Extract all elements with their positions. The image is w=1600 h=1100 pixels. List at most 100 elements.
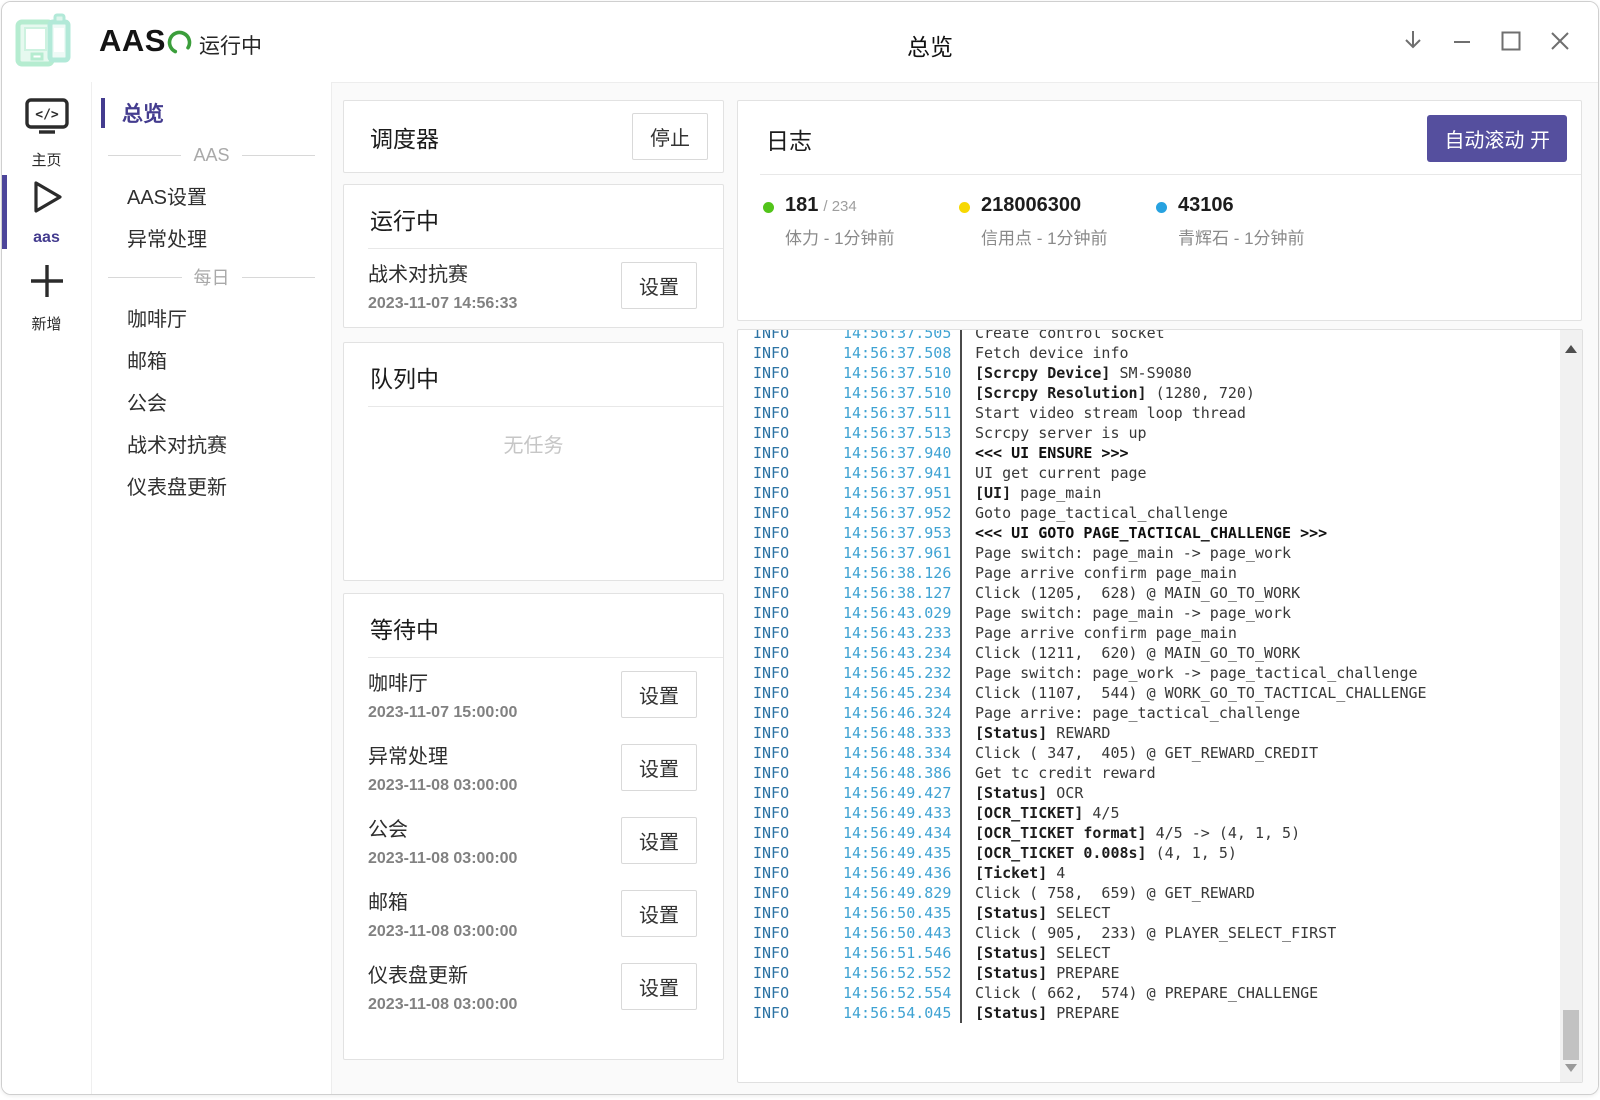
rail-item-new[interactable]: 新增 (2, 256, 91, 332)
log-line: INFO14:56:46.324Page arrive: page_tactic… (753, 703, 1560, 723)
log-level: INFO (753, 663, 843, 683)
log-message: Click ( 662, 574) @ PREPARE_CHALLENGE (960, 983, 1318, 1003)
settings-button[interactable]: 设置 (621, 963, 697, 1010)
log-level: INFO (753, 343, 843, 363)
play-icon (28, 177, 66, 222)
task-name: 战术对抗赛 (368, 258, 621, 287)
waiting-card: 等待中 咖啡厅2023-11-07 15:00:00设置异常处理2023-11-… (343, 593, 724, 1060)
task-time: 2023-11-08 03:00:00 (368, 777, 621, 795)
running-card-title: 运行中 (370, 202, 699, 236)
resource-stat: 181/ 234体力 - 1分钟前 (763, 194, 959, 249)
stop-button[interactable]: 停止 (632, 113, 708, 160)
log-message: Click ( 905, 233) @ PLAYER_SELECT_FIRST (960, 923, 1336, 943)
log-timestamp: 14:56:49.436 (843, 863, 960, 883)
log-message: Click ( 758, 659) @ GET_REWARD (960, 883, 1255, 903)
sidebar-item-战术对抗赛[interactable]: 战术对抗赛 (92, 422, 331, 464)
log-message: [OCR_TICKET format] 4/5 -> (4, 1, 5) (960, 823, 1300, 843)
app-logo-icon (12, 10, 76, 79)
log-timestamp: 14:56:49.427 (843, 783, 960, 803)
log-level: INFO (753, 763, 843, 783)
task-name: 公会 (368, 813, 621, 842)
settings-button[interactable]: 设置 (621, 262, 697, 309)
autoscroll-toggle-button[interactable]: 自动滚动 开 (1427, 115, 1567, 162)
sidebar-item-label: 邮箱 (127, 345, 167, 374)
sidebar-section-divider: 每日 (92, 258, 331, 296)
log-message: Page arrive confirm page_main (960, 623, 1237, 643)
scrollbar-thumb[interactable] (1563, 1010, 1579, 1060)
settings-button[interactable]: 设置 (621, 890, 697, 937)
log-line: INFO14:56:37.510[Scrcpy Resolution] (128… (753, 383, 1560, 403)
log-message: [Status] REWARD (960, 723, 1110, 743)
download-icon[interactable] (1388, 18, 1437, 64)
settings-button[interactable]: 设置 (621, 671, 697, 718)
log-timestamp: 14:56:49.435 (843, 843, 960, 863)
log-line: INFO14:56:48.334Click ( 347, 405) @ GET_… (753, 743, 1560, 763)
log-timestamp: 14:56:48.334 (843, 743, 960, 763)
stat-max-value: / 234 (823, 198, 856, 215)
log-line: INFO14:56:49.436[Ticket] 4 (753, 863, 1560, 883)
sidebar-item-公会[interactable]: 公会 (92, 380, 331, 422)
sidebar-item-异常处理[interactable]: 异常处理 (92, 216, 331, 258)
sidebar-item-label: 异常处理 (127, 223, 207, 252)
log-level: INFO (753, 363, 843, 383)
log-lines: INFO14:56:37.505Create control socketINF… (753, 330, 1560, 1023)
sidebar-item-label: 公会 (127, 387, 167, 416)
scroll-down-arrow-icon[interactable] (1565, 1064, 1577, 1072)
waiting-task-row: 咖啡厅2023-11-07 15:00:00设置 (344, 658, 723, 731)
log-level: INFO (753, 683, 843, 703)
log-scroll-area[interactable]: INFO14:56:37.505Create control socketINF… (738, 330, 1560, 1082)
app-window: AAS 运行中 总览 (1, 1, 1599, 1095)
close-icon[interactable] (1535, 18, 1584, 64)
log-message: [Status] SELECT (960, 943, 1110, 963)
settings-button[interactable]: 设置 (621, 817, 697, 864)
log-timestamp: 14:56:48.333 (843, 723, 960, 743)
log-timestamp: 14:56:45.232 (843, 663, 960, 683)
log-level: INFO (753, 483, 843, 503)
sidebar-item-邮箱[interactable]: 邮箱 (92, 338, 331, 380)
resource-stats: 181/ 234体力 - 1分钟前218006300信用点 - 1分钟前4310… (738, 175, 1581, 249)
log-level: INFO (753, 583, 843, 603)
log-line: INFO14:56:49.433[OCR_TICKET] 4/5 (753, 803, 1560, 823)
log-line: INFO14:56:43.234Click (1211, 620) @ MAIN… (753, 643, 1560, 663)
rail-item-label: 主页 (31, 149, 61, 170)
queued-card: 队列中 无任务 (343, 342, 724, 581)
scroll-up-arrow-icon[interactable] (1565, 345, 1577, 353)
divider-line (108, 155, 181, 156)
maximize-icon[interactable] (1486, 18, 1535, 64)
waiting-task-row: 异常处理2023-11-08 03:00:00设置 (344, 731, 723, 804)
log-timestamp: 14:56:37.508 (843, 343, 960, 363)
svg-text:</>: </> (35, 108, 59, 123)
resource-stat: 43106青辉石 - 1分钟前 (1156, 194, 1305, 249)
sidebar-item-AAS设置[interactable]: AAS设置 (92, 174, 331, 216)
log-message: Goto page_tactical_challenge (960, 503, 1228, 523)
log-message: Scrcpy server is up (960, 423, 1147, 443)
sidebar-item-咖啡厅[interactable]: 咖啡厅 (92, 296, 331, 338)
log-timestamp: 14:56:49.434 (843, 823, 960, 843)
log-scrollbar[interactable] (1560, 330, 1582, 1082)
log-line: INFO14:56:37.505Create control socket (753, 330, 1560, 343)
log-level: INFO (753, 863, 843, 883)
active-indicator (2, 175, 7, 249)
sidebar-item-总览[interactable]: 总览 (92, 90, 331, 136)
log-timestamp: 14:56:50.443 (843, 923, 960, 943)
minimize-icon[interactable] (1437, 18, 1486, 64)
log-level: INFO (753, 523, 843, 543)
log-line: INFO14:56:45.234Click (1107, 544) @ WORK… (753, 683, 1560, 703)
status-dot (1156, 202, 1167, 213)
log-level: INFO (753, 883, 843, 903)
log-timestamp: 14:56:37.511 (843, 403, 960, 423)
rail-item-home[interactable]: </> 主页 (2, 92, 91, 168)
task-name: 邮箱 (368, 886, 621, 915)
queued-empty-text: 无任务 (344, 407, 723, 458)
log-timestamp: 14:56:37.505 (843, 330, 960, 343)
sidebar-item-仪表盘更新[interactable]: 仪表盘更新 (92, 464, 331, 506)
waiting-card-title: 等待中 (370, 611, 699, 645)
log-message: Click (1205, 628) @ MAIN_GO_TO_WORK (960, 583, 1300, 603)
rail-item-aas[interactable]: aas (2, 174, 91, 250)
log-line: INFO14:56:49.427[Status] OCR (753, 783, 1560, 803)
log-timestamp: 14:56:45.234 (843, 683, 960, 703)
settings-button[interactable]: 设置 (621, 744, 697, 791)
log-line: INFO14:56:38.126Page arrive confirm page… (753, 563, 1560, 583)
sidebar: 总览AASAAS设置异常处理每日咖啡厅邮箱公会战术对抗赛仪表盘更新 (92, 82, 332, 1094)
log-timestamp: 14:56:38.126 (843, 563, 960, 583)
